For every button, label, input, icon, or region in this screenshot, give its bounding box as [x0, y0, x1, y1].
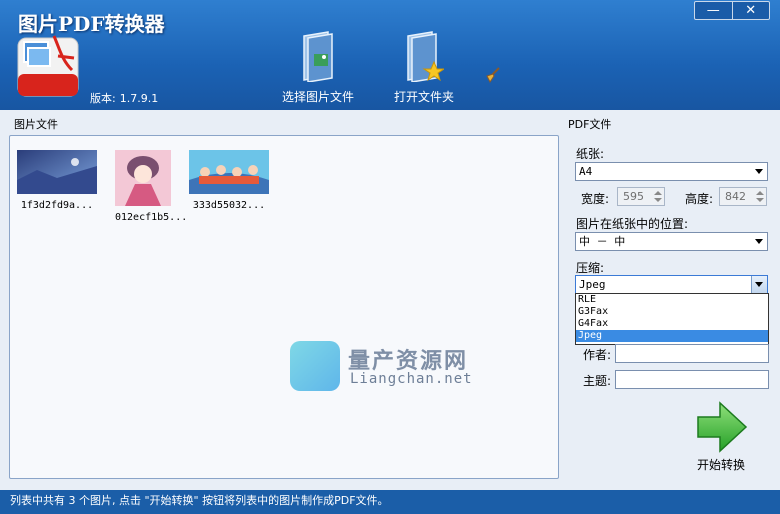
version-label: 版本:: [90, 92, 116, 105]
image-thumbnail-item[interactable]: 1f3d2fd9a...: [17, 150, 97, 211]
compress-option-g4fax[interactable]: G4Fax: [576, 318, 768, 330]
compress-value: Jpeg: [579, 278, 606, 291]
pdf-settings-panel: 纸张: A4 宽度: 595 高度: 842 图片在纸张中的位置: 中 － 中 …: [567, 135, 773, 485]
close-button[interactable]: ✕: [731, 2, 770, 19]
position-label: 图片在纸张中的位置:: [576, 217, 689, 231]
width-input[interactable]: 595: [617, 187, 665, 206]
paper-value: A4: [579, 165, 593, 178]
spin-up-icon[interactable]: [756, 191, 764, 195]
subject-label: 主题:: [583, 374, 612, 388]
compress-option-rle[interactable]: RLE: [576, 294, 768, 306]
status-bar: 列表中共有 3 个图片, 点击 "开始转换" 按钮将列表中的图片制作成PDF文件…: [0, 490, 780, 514]
spin-down-icon[interactable]: [756, 198, 764, 202]
open-folder-button[interactable]: 打开文件夹: [392, 30, 456, 105]
width-value: 595: [623, 190, 644, 203]
watermark-logo: [290, 341, 340, 391]
width-label: 宽度:: [581, 192, 610, 206]
chevron-down-icon: [755, 282, 763, 287]
main-panel: 图片文件 PDF文件 1f3d2fd9a... 012ecf1b5... 333…: [0, 110, 780, 490]
window-controls: — ✕: [694, 1, 770, 20]
position-value: 中 － 中: [579, 235, 626, 248]
files-group-label: 图片文件: [14, 118, 58, 131]
image-file-name: 1f3d2fd9a...: [20, 200, 94, 211]
compress-option-jpeg[interactable]: Jpeg: [576, 330, 768, 342]
app-logo: [17, 35, 79, 97]
header: 图片PDF转换器 版本: 1.7.9.1 — ✕ 选择图片文件 打开文件夹: [0, 0, 780, 110]
chevron-down-icon: [755, 239, 763, 244]
watermark-subtitle: Liangchan.net: [350, 371, 473, 387]
arrow-right-icon: [697, 401, 748, 453]
image-folder-icon: [303, 31, 333, 82]
start-convert-label: 开始转换: [696, 458, 745, 472]
spin-up-icon[interactable]: [654, 191, 662, 195]
select-images-button[interactable]: 选择图片文件: [280, 30, 356, 105]
image-thumbnail-item[interactable]: 012ecf1b5...: [115, 150, 188, 223]
image-thumbnail: [115, 150, 171, 206]
pdf-group-label: PDF文件: [568, 118, 612, 131]
author-input[interactable]: [615, 344, 769, 363]
compress-option-g3fax[interactable]: G3Fax: [576, 306, 768, 318]
height-value: 842: [725, 190, 746, 203]
compress-label: 压缩:: [576, 261, 605, 275]
image-thumbnail-item[interactable]: 333d55032...: [189, 150, 269, 211]
image-thumbnail: [17, 150, 97, 194]
height-label: 高度:: [685, 192, 714, 206]
image-thumbnail: [189, 150, 269, 194]
compress-select[interactable]: Jpeg: [575, 275, 768, 294]
author-label: 作者:: [583, 348, 612, 362]
open-folder-label: 打开文件夹: [393, 90, 454, 104]
paper-select[interactable]: A4: [575, 162, 768, 181]
subject-input[interactable]: [615, 370, 769, 389]
spin-down-icon[interactable]: [654, 198, 662, 202]
version-info: 版本: 1.7.9.1: [90, 90, 158, 106]
image-file-name: 012ecf1b5...: [115, 212, 188, 223]
compress-dropdown-list[interactable]: RLE G3Fax G4Fax Jpeg: [575, 293, 769, 345]
broom-icon[interactable]: [484, 66, 502, 84]
start-convert-button[interactable]: 开始转换: [691, 401, 751, 473]
folder-star-icon: [407, 31, 444, 82]
position-select[interactable]: 中 － 中: [575, 232, 768, 251]
image-file-name: 333d55032...: [192, 200, 266, 211]
version-value: 1.7.9.1: [119, 92, 159, 105]
select-images-label: 选择图片文件: [281, 90, 354, 104]
minimize-button[interactable]: —: [695, 2, 732, 19]
chevron-down-icon: [755, 169, 763, 174]
watermark: 量产资源网 Liangchan.net: [290, 341, 520, 393]
image-file-list[interactable]: 1f3d2fd9a... 012ecf1b5... 333d55032...: [9, 135, 559, 479]
paper-label: 纸张:: [576, 147, 605, 161]
height-input[interactable]: 842: [719, 187, 767, 206]
dropdown-button[interactable]: [751, 276, 767, 293]
